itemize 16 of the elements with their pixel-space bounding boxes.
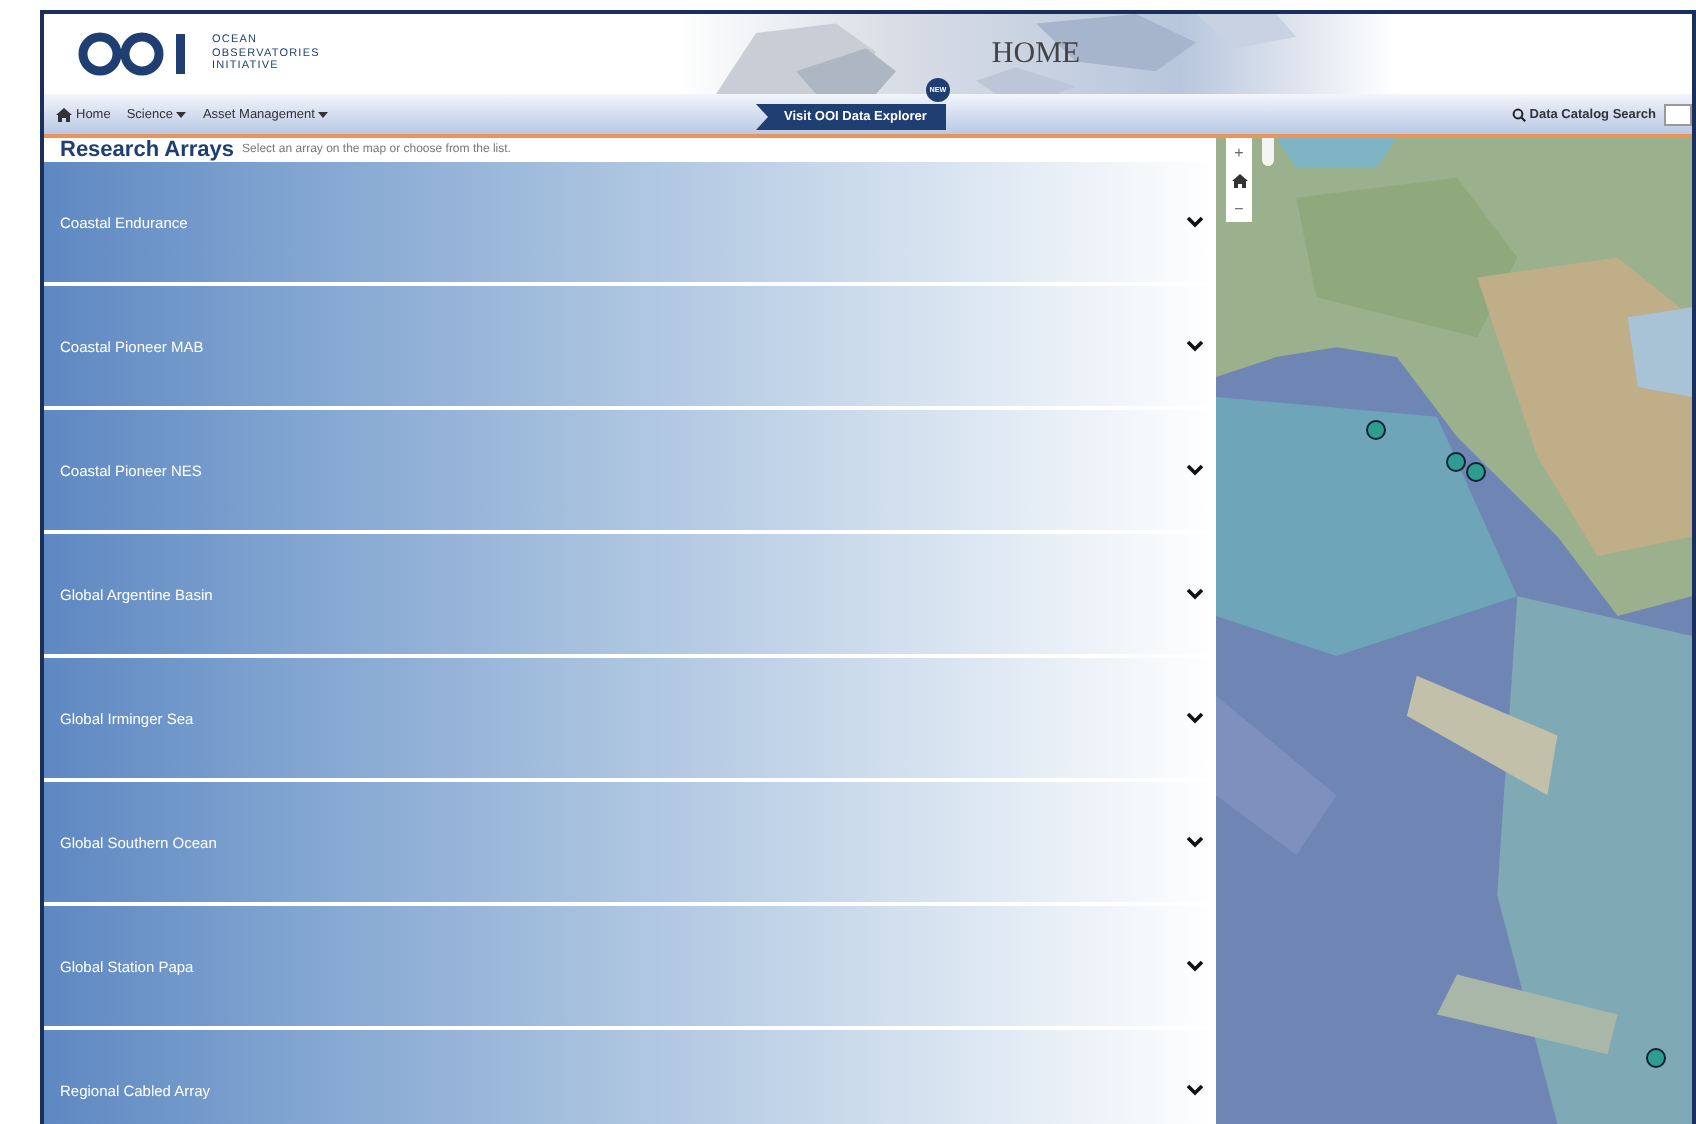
chevron-icon — [1186, 960, 1204, 972]
chevron-icon — [1186, 712, 1204, 724]
chevron-icon — [1186, 1084, 1204, 1096]
page-title: HOME — [991, 37, 1081, 71]
home-icon — [1231, 173, 1247, 187]
home-icon — [56, 107, 72, 121]
caret-icon — [176, 111, 187, 117]
search-icon — [1511, 107, 1526, 121]
chevron-icon — [1186, 588, 1204, 600]
chevron-icon — [1186, 216, 1204, 228]
chevron-icon — [1186, 836, 1204, 848]
search-field[interactable] — [1664, 103, 1692, 125]
caret-icon — [318, 111, 329, 117]
chevron-icon — [1186, 340, 1204, 352]
section-title: Research Arrays — [60, 138, 235, 162]
chevron-icon — [1186, 464, 1204, 476]
